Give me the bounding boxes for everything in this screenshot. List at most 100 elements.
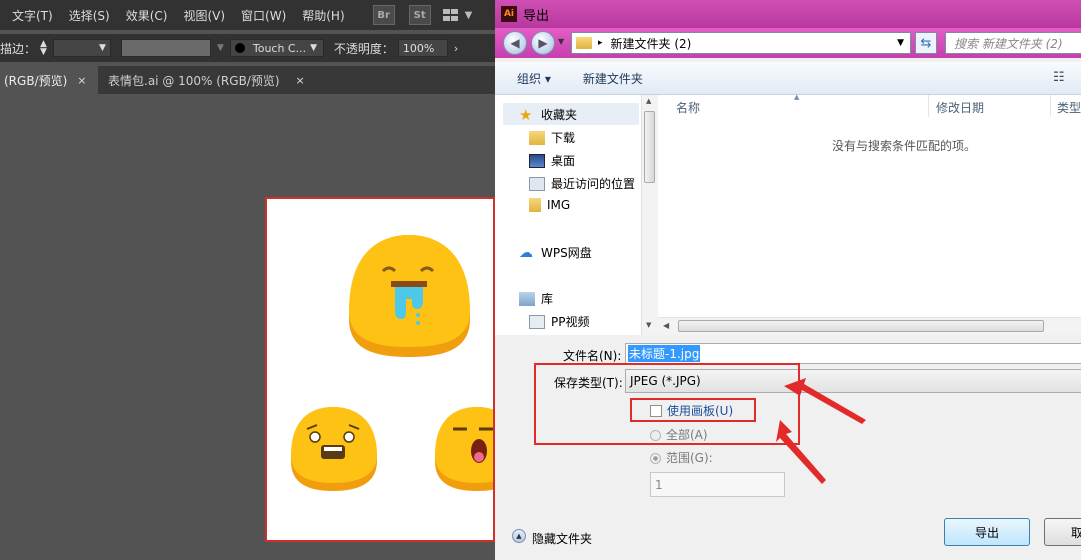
chevron-down-icon[interactable]: ▼ (897, 38, 904, 48)
view-options-icon[interactable]: ☷ (1053, 70, 1065, 85)
star-icon: ★ (519, 105, 533, 124)
chevron-down-icon[interactable]: ▼ (217, 43, 224, 53)
workspace-grid-icon[interactable] (442, 9, 459, 21)
file-list: ▲ 名称 修改日期 类型 没有与搜索条件匹配的项。 ◀ (658, 93, 1081, 335)
brush-name: Touch C... (252, 41, 307, 55)
nav-desktop[interactable]: 桌面 (529, 152, 575, 169)
history-chevron-icon[interactable]: ▼ (558, 37, 564, 46)
nav-label: IMG (547, 198, 571, 212)
bridge-icon[interactable]: Br (372, 5, 395, 25)
stroke-weight-field[interactable]: ▼ (52, 39, 111, 57)
stock-icon[interactable]: St (408, 5, 431, 25)
stroke-stepper-icon[interactable]: ▲ ▼ (40, 40, 47, 57)
close-icon[interactable]: × (296, 74, 305, 87)
menu-help[interactable]: 帮助(H) (294, 7, 352, 24)
new-folder-button[interactable]: 新建文件夹 (583, 70, 643, 87)
illustrator-app-icon: Ai (501, 6, 517, 22)
filename-input[interactable]: 未标题-1.jpg (625, 343, 1081, 364)
menu-view[interactable]: 视图(V) (175, 7, 233, 24)
address-row: ◀ ▶ ▼ ▸ 新建文件夹 (2) ▼ ⇆ 搜索 新建文件夹 (2) (495, 28, 1081, 58)
opacity-label: 不透明度： (333, 41, 394, 56)
opacity-field[interactable]: 100% (397, 39, 448, 57)
tab-label: 表情包.ai @ 100% (RGB/预览) (108, 73, 280, 88)
tab-document-2[interactable]: 表情包.ai @ 100% (RGB/预览) × (98, 66, 311, 94)
back-button[interactable]: ◀ (503, 31, 527, 55)
column-header-type[interactable]: 类型 (1057, 99, 1081, 116)
navigation-pane: ★ 收藏夹 下载 桌面 最近访问的位置 IMG ☁ WPS网盘 库 PP视频 ▲… (495, 95, 658, 335)
download-folder-icon (529, 130, 545, 145)
horizontal-scroll-thumb[interactable] (678, 320, 1044, 332)
menu-effect[interactable]: 效果(C) (118, 7, 176, 24)
filename-label: 文件名(N): (563, 349, 622, 363)
cancel-button[interactable]: 取 (1044, 518, 1081, 546)
nav-favorites[interactable]: ★ 收藏夹 (519, 106, 577, 123)
chevron-down-icon: ▼ (310, 43, 318, 53)
export-button[interactable]: 导出 (944, 518, 1030, 546)
breadcrumb-separator-icon: ▸ (598, 38, 603, 48)
nav-label: 收藏夹 (541, 108, 578, 122)
nav-recent[interactable]: 最近访问的位置 (529, 175, 635, 192)
recent-places-icon (529, 176, 545, 191)
menu-type[interactable]: 文字(T) (0, 7, 61, 24)
menu-select[interactable]: 选择(S) (61, 7, 118, 24)
nav-video[interactable]: PP视频 (529, 313, 589, 330)
video-library-icon (529, 314, 545, 329)
refresh-icon: ⇆ (920, 35, 932, 51)
nav-scroll-thumb[interactable] (644, 111, 655, 183)
address-bar[interactable]: ▸ 新建文件夹 (2) ▼ (571, 32, 911, 54)
dialog-title: 导出 (523, 8, 550, 24)
brush-definition-select[interactable]: Touch C... ▼ (229, 39, 324, 57)
emoji-yawn (435, 407, 493, 491)
nav-label: 桌面 (551, 154, 576, 168)
artboard[interactable] (265, 197, 495, 542)
stroke-label: 描边： (0, 41, 37, 56)
export-dialog: Ai 导出 ◀ ▶ ▼ ▸ 新建文件夹 (2) ▼ ⇆ 搜索 新建文件夹 (2)… (495, 0, 1081, 560)
horizontal-scrollbar[interactable]: ◀ (658, 317, 1081, 335)
nav-downloads[interactable]: 下载 (529, 129, 575, 146)
nav-label: PP视频 (551, 315, 590, 329)
organize-button[interactable]: 组织 ▾ (517, 70, 551, 87)
column-separator (1050, 95, 1051, 117)
chevron-right-icon[interactable]: › (454, 42, 458, 55)
scroll-left-icon: ◀ (663, 321, 670, 330)
folder-icon (529, 198, 541, 212)
ai-control-bar: 描边： ▲ ▼ ▼ ▼ Touch C... ▼ 不透明度： 100% › (0, 34, 495, 62)
desktop-icon (529, 153, 545, 168)
breadcrumb-folder[interactable]: 新建文件夹 (2) (611, 35, 692, 52)
hide-folders-toggle[interactable]: 隐藏文件夹 (532, 530, 592, 547)
filename-value: 未标题-1.jpg (628, 345, 701, 362)
command-bar: 组织 ▾ 新建文件夹 ☷ (495, 62, 1081, 95)
cloud-icon: ☁ (519, 244, 533, 261)
nav-wps[interactable]: ☁ WPS网盘 (519, 244, 592, 261)
brush-dot-icon (234, 43, 245, 53)
forward-button[interactable]: ▶ (531, 31, 555, 55)
library-icon (519, 291, 535, 306)
refresh-button[interactable]: ⇆ (915, 32, 937, 54)
folder-icon (576, 37, 592, 49)
range-input[interactable]: 1 (650, 472, 785, 497)
scroll-down-icon: ▼ (646, 321, 652, 329)
ai-menu-bar: 文字(T) 选择(S) 效果(C) 视图(V) 窗口(W) 帮助(H) Br S… (0, 0, 495, 30)
emoji-illustrations (291, 235, 493, 491)
tab-document-1[interactable]: (RGB/预览) × (0, 66, 98, 94)
illustrator-window: 文字(T) 选择(S) 效果(C) 视图(V) 窗口(W) 帮助(H) Br S… (0, 0, 495, 560)
nav-label: 下载 (551, 131, 576, 145)
column-separator (928, 95, 929, 117)
search-input[interactable]: 搜索 新建文件夹 (2) (945, 32, 1081, 54)
variable-width-profile[interactable] (120, 39, 211, 57)
column-header-name[interactable]: 名称 (676, 99, 700, 116)
column-header-modified[interactable]: 修改日期 (936, 99, 984, 116)
chevron-down-icon[interactable]: ▼ (465, 10, 473, 21)
menu-window[interactable]: 窗口(W) (233, 7, 294, 24)
close-icon[interactable]: × (77, 74, 86, 87)
document-tabs: (RGB/预览) × 表情包.ai @ 100% (RGB/预览) × (0, 66, 495, 94)
empty-message: 没有与搜索条件匹配的项。 (832, 139, 977, 153)
nav-img[interactable]: IMG (529, 198, 570, 212)
nav-label: 最近访问的位置 (551, 177, 636, 191)
opacity-value: 100% (402, 41, 435, 55)
nav-library[interactable]: 库 (519, 290, 553, 307)
nav-scrollbar[interactable]: ▲ ▼ (641, 95, 658, 335)
search-placeholder: 搜索 新建文件夹 (2) (954, 36, 1063, 51)
range-radio[interactable] (650, 453, 661, 464)
hide-folders-icon[interactable]: ▲ (512, 529, 526, 543)
